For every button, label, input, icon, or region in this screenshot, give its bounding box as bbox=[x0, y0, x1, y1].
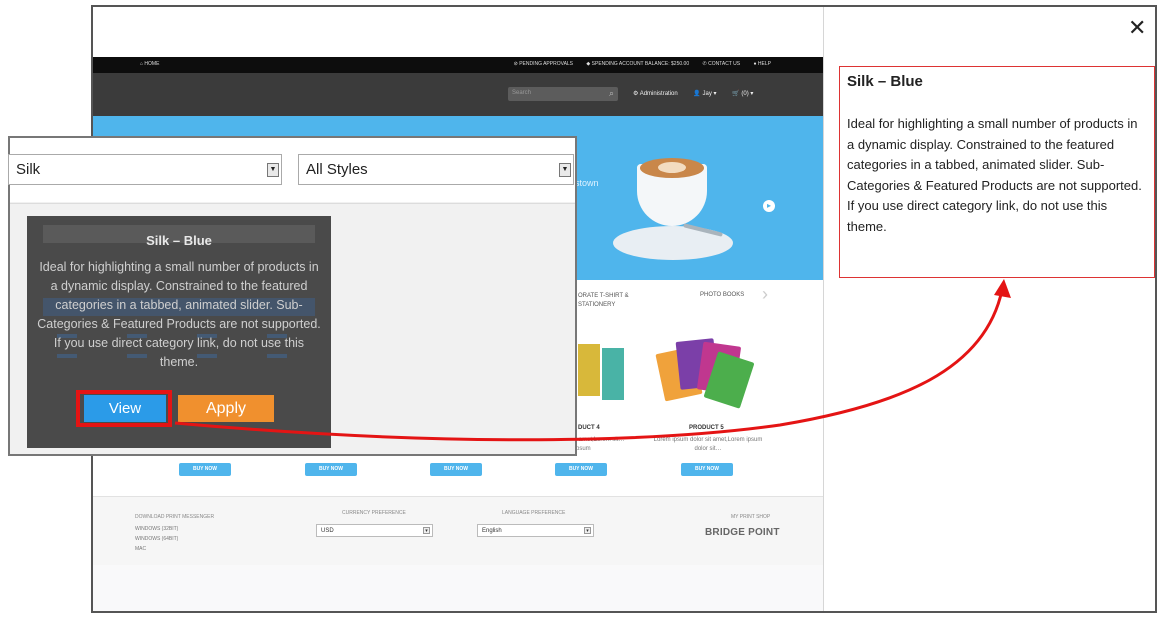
user-menu[interactable]: 👤 Jay ▾ bbox=[693, 91, 716, 97]
theme-select[interactable]: Silk ▼ bbox=[8, 154, 282, 185]
cart-menu[interactable]: 🛒 (0) ▾ bbox=[732, 91, 753, 97]
theme-info-title: Silk – Blue bbox=[847, 73, 923, 90]
panel-divider bbox=[823, 7, 824, 611]
spending-balance-link[interactable]: ◆ SPENDING ACCOUNT BALANCE: $250.00 bbox=[586, 61, 689, 67]
banner-text: stown bbox=[575, 178, 599, 188]
chevron-down-icon: ▾ bbox=[423, 527, 430, 534]
pending-approvals-link[interactable]: ⊘ PENDING APPROVALS bbox=[514, 61, 573, 67]
currency-label: CURRENCY PREFERENCE bbox=[342, 510, 406, 516]
store-header: Search ⌕ ⚙ Administration 👤 Jay ▾ 🛒 (0) … bbox=[93, 73, 823, 116]
topbar-links: ⊘ PENDING APPROVALS ◆ SPENDING ACCOUNT B… bbox=[502, 61, 771, 67]
buy-now-button[interactable]: BUY NOW bbox=[179, 463, 231, 476]
download-win64-link[interactable]: WINDOWS (64BIT) bbox=[135, 536, 178, 542]
shop-name: BRIDGE POINT bbox=[705, 527, 780, 538]
search-placeholder: Search bbox=[512, 90, 532, 96]
apply-button[interactable]: Apply bbox=[178, 395, 274, 422]
chevron-down-icon[interactable]: ▼ bbox=[267, 163, 279, 177]
download-mac-link[interactable]: MAC bbox=[135, 546, 146, 552]
product-5-title: PRODUCT 5 bbox=[689, 425, 724, 431]
header-nav: ⚙ Administration 👤 Jay ▾ 🛒 (0) ▾ bbox=[633, 90, 767, 97]
contact-us-link[interactable]: ✆ CONTACT US bbox=[703, 61, 741, 67]
administration-link[interactable]: ⚙ Administration bbox=[633, 91, 678, 97]
theme-card-title: Silk – Blue bbox=[146, 233, 212, 248]
product-4-image bbox=[578, 344, 624, 400]
theme-card-description: Ideal for highlighting a small number of… bbox=[37, 260, 321, 369]
print-shop-label: MY PRINT SHOP bbox=[731, 514, 771, 520]
help-link[interactable]: ● HELP bbox=[754, 61, 771, 67]
chevron-down-icon: ▾ bbox=[584, 527, 591, 534]
chevron-right-icon[interactable]: › bbox=[762, 284, 768, 305]
home-link[interactable]: ⌂ HOME bbox=[140, 61, 159, 67]
category-tab-tshirt[interactable]: ORATE T-SHIRT & STATIONERY bbox=[578, 292, 648, 310]
latte-art-image bbox=[658, 162, 686, 173]
currency-value: USD bbox=[321, 528, 334, 534]
currency-select[interactable]: USD ▾ bbox=[316, 524, 433, 537]
view-button[interactable]: View bbox=[84, 395, 166, 422]
chevron-right-icon[interactable]: ▸ bbox=[763, 200, 775, 212]
store-search-input[interactable]: Search ⌕ bbox=[508, 87, 618, 101]
language-select[interactable]: English ▾ bbox=[477, 524, 594, 537]
buy-now-button[interactable]: BUY NOW bbox=[681, 463, 733, 476]
buy-now-button[interactable]: BUY NOW bbox=[430, 463, 482, 476]
theme-picker-zoom: Silk ▼ All Styles ▼ Silk – Blue Ideal fo… bbox=[8, 136, 577, 456]
download-label: DOWNLOAD PRINT MESSENGER bbox=[135, 514, 215, 520]
language-value: English bbox=[482, 528, 502, 534]
download-win32-link[interactable]: WINDOWS (32BIT) bbox=[135, 526, 178, 532]
theme-info-panel: Silk – Blue Ideal for highlighting a sma… bbox=[839, 66, 1155, 278]
style-select[interactable]: All Styles ▼ bbox=[298, 154, 574, 185]
style-select-value: All Styles bbox=[306, 161, 368, 178]
chevron-down-icon[interactable]: ▼ bbox=[559, 163, 571, 177]
language-label: LANGUAGE PREFERENCE bbox=[502, 510, 566, 516]
buy-now-button[interactable]: BUY NOW bbox=[555, 463, 607, 476]
store-topbar: ⌂ HOME ⊘ PENDING APPROVALS ◆ SPENDING AC… bbox=[93, 57, 823, 73]
close-icon[interactable]: ✕ bbox=[1128, 16, 1146, 41]
search-icon[interactable]: ⌕ bbox=[609, 88, 614, 99]
footer-strip bbox=[93, 565, 823, 611]
product-5-image bbox=[655, 338, 760, 409]
category-tab-photo-books[interactable]: PHOTO BOOKS bbox=[700, 292, 744, 298]
product-4-title: DUCT 4 bbox=[578, 425, 600, 431]
theme-select-value: Silk bbox=[16, 161, 41, 178]
theme-info-description: Ideal for highlighting a small number of… bbox=[847, 116, 1142, 234]
product-5-desc: Lorem ipsum dolor sit amet,Lorem ipsum d… bbox=[653, 437, 763, 452]
zoom-divider bbox=[10, 203, 575, 204]
buy-now-button[interactable]: BUY NOW bbox=[305, 463, 357, 476]
